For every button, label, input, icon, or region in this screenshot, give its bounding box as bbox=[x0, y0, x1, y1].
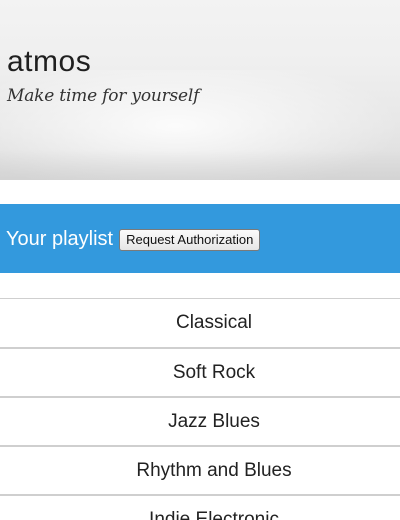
genre-item-indie-electronic[interactable]: Indie Electronic bbox=[0, 494, 400, 520]
genre-item-classical[interactable]: Classical bbox=[0, 298, 400, 347]
playlist-title: Your playlist bbox=[6, 227, 114, 250]
brand-title: atmos bbox=[7, 45, 92, 78]
request-authorization-button[interactable]: Request Authorization bbox=[119, 228, 261, 251]
genre-item-rhythm-and-blues[interactable]: Rhythm and Blues bbox=[0, 445, 400, 494]
genre-list: Classical Soft Rock Jazz Blues Rhythm an… bbox=[0, 298, 400, 520]
app-page: atmos Make time for yourself Your playli… bbox=[0, 0, 400, 520]
genre-item-soft-rock[interactable]: Soft Rock bbox=[0, 347, 400, 396]
playlist-bar: Your playlist Request Authorization bbox=[0, 204, 400, 273]
tagline: Make time for yourself bbox=[7, 86, 200, 106]
genre-item-jazz-blues[interactable]: Jazz Blues bbox=[0, 396, 400, 445]
hero-header: atmos Make time for yourself bbox=[0, 0, 400, 180]
